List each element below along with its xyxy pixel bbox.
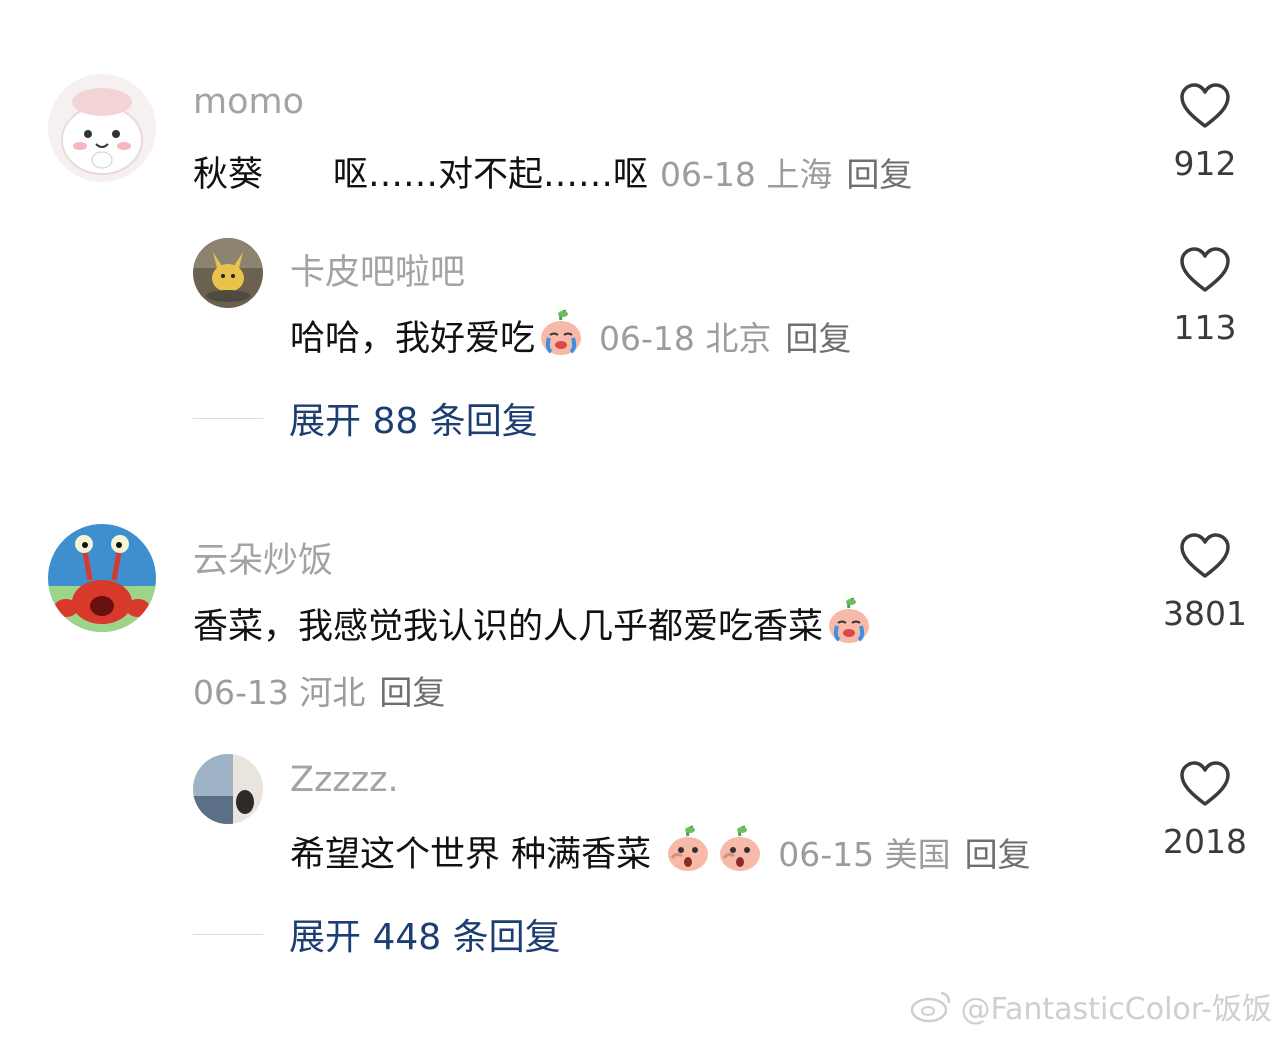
crab-cartoon-avatar-icon [48, 524, 156, 632]
reply-button[interactable]: 回复 [785, 319, 851, 358]
crying-peach-emoji-icon [823, 596, 875, 648]
watermark-text: @FantasticColor-饭饭 [960, 992, 1273, 1027]
reply-text: 哈哈，我好爱吃 06-18 北京 回复 [290, 308, 851, 361]
like-count: 3801 [1163, 594, 1247, 633]
pikachu-avatar-icon [193, 238, 263, 308]
comment-meta-row: 06-13 河北 回复 [193, 666, 445, 714]
expand-replies-label[interactable]: 展开 448 条回复 [289, 908, 561, 960]
like-count: 912 [1173, 144, 1237, 183]
reply-button[interactable]: 回复 [965, 835, 1031, 874]
reply-button[interactable]: 回复 [379, 673, 445, 712]
window-scenery-avatar-icon [193, 754, 263, 824]
like-button[interactable]: 113 [1150, 246, 1260, 347]
comment-text: 秋葵 呕……对不起……呕 06-18 上海 回复 [193, 146, 912, 197]
crying-peach-emoji-icon [535, 308, 587, 360]
reply-body: 哈哈，我好爱吃 [290, 319, 536, 359]
heart-icon [1180, 247, 1230, 292]
like-count: 2018 [1163, 822, 1247, 861]
comment-body: 秋葵 呕……对不起……呕 [193, 155, 649, 195]
cartoon-bunny-avatar-icon [48, 74, 156, 182]
shocked-peach-emoji-icon [662, 824, 714, 876]
heart-icon [1180, 83, 1230, 128]
reply-username[interactable]: Zzzzz. [290, 760, 399, 800]
heart-icon [1180, 761, 1230, 806]
comment-text: 香菜，我感觉我认识的人几乎都爱吃香菜 [193, 596, 875, 649]
shocked-peach-emoji-icon [714, 824, 766, 876]
avatar[interactable] [48, 524, 156, 632]
comment-username[interactable]: momo [193, 82, 304, 122]
avatar[interactable] [193, 754, 263, 824]
expand-replies-label[interactable]: 展开 88 条回复 [289, 392, 538, 444]
reply-button[interactable]: 回复 [846, 155, 912, 194]
avatar[interactable] [48, 74, 156, 182]
like-button[interactable]: 3801 [1150, 532, 1260, 633]
reply-meta: 06-18 北京 [599, 319, 772, 358]
comment-meta: 06-18 上海 [660, 155, 833, 194]
divider [193, 417, 263, 419]
reply-meta: 06-15 美国 [778, 835, 951, 874]
expand-replies[interactable]: 展开 448 条回复 [193, 908, 561, 960]
avatar[interactable] [193, 238, 263, 308]
reply-text: 希望这个世界 种满香菜 06-15 美国 回复 [290, 824, 1031, 877]
reply-body: 希望这个世界 种满香菜 [290, 835, 652, 875]
watermark: @FantasticColor-饭饭 [909, 984, 1273, 1028]
comment-meta: 06-13 河北 [193, 673, 366, 712]
weibo-logo-icon [910, 991, 950, 1023]
like-button[interactable]: 2018 [1150, 760, 1260, 861]
comment-body: 香菜，我感觉我认识的人几乎都爱吃香菜 [193, 607, 824, 647]
heart-icon [1180, 533, 1230, 578]
like-count: 113 [1173, 308, 1237, 347]
like-button[interactable]: 912 [1150, 82, 1260, 183]
expand-replies[interactable]: 展开 88 条回复 [193, 392, 538, 444]
reply-username[interactable]: 卡皮吧啦吧 [290, 244, 465, 295]
divider [193, 933, 263, 935]
comment-username[interactable]: 云朵炒饭 [193, 532, 333, 583]
